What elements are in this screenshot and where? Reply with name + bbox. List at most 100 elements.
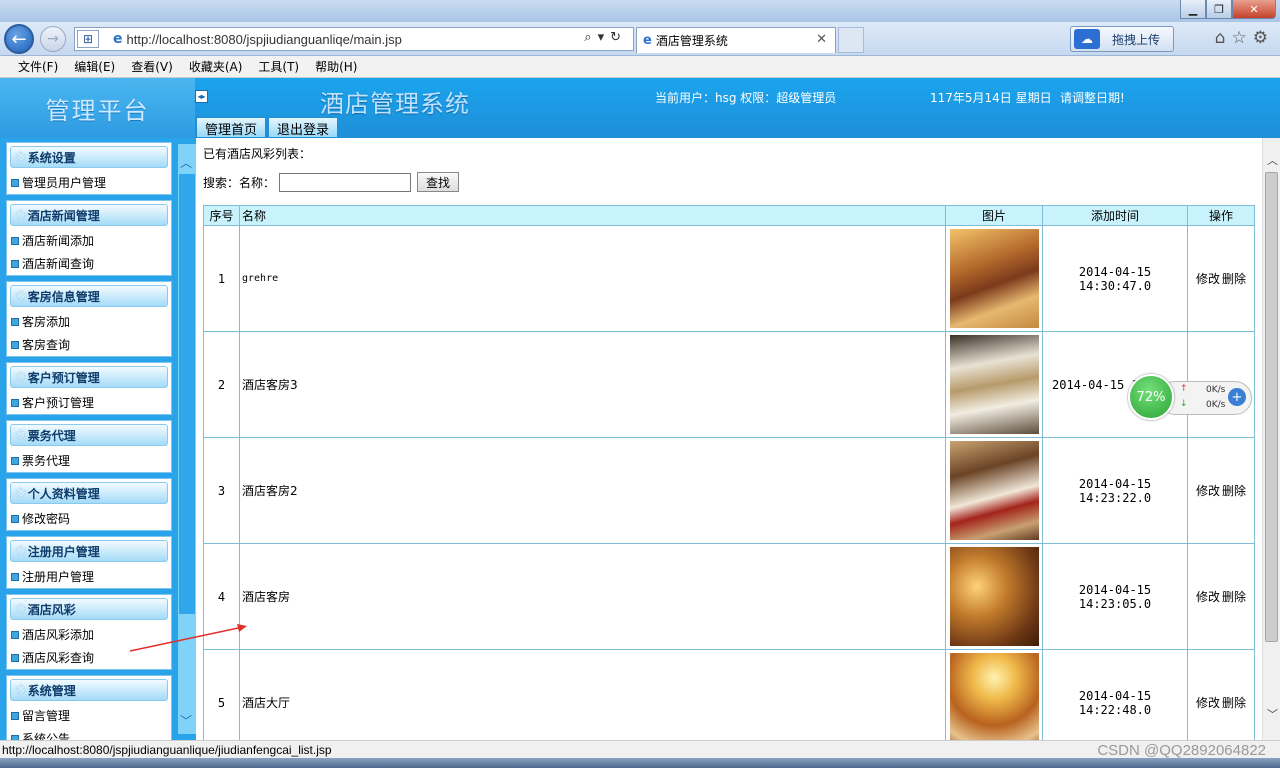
gear-icon[interactable]: ⚙ (1253, 28, 1274, 48)
row-name: 酒店客房3 (239, 331, 946, 438)
menu-group-header[interactable]: ✩ 个人资料管理 (10, 482, 168, 504)
sidebar-item-change-password[interactable]: 修改密码 (7, 507, 171, 530)
star-icon: ✩ (15, 543, 27, 559)
sidebar-item-news-query[interactable]: 酒店新闻查询 (7, 252, 171, 275)
name-label: 名称： (239, 175, 276, 190)
square-bullet-icon (11, 572, 19, 581)
star-icon: ✩ (15, 485, 27, 501)
edit-link[interactable]: 修改 (1196, 696, 1220, 710)
edit-link[interactable]: 修改 (1196, 484, 1220, 498)
room-photo[interactable] (949, 441, 1039, 540)
menu-group-header[interactable]: ✩ 注册用户管理 (10, 540, 168, 562)
menu-view[interactable]: 查看(V) (131, 58, 173, 75)
forward-button[interactable]: → (40, 26, 66, 52)
delete-link[interactable]: 删除 (1222, 484, 1246, 498)
plus-icon[interactable]: + (1228, 388, 1246, 406)
menu-help[interactable]: 帮助(H) (315, 58, 357, 75)
sidebar-item-news-add[interactable]: 酒店新闻添加 (7, 229, 171, 252)
page-scrollbar[interactable]: ︿ ﹀ (1262, 138, 1280, 740)
chevron-down-icon[interactable]: ﹀ (180, 712, 192, 729)
room-photo[interactable] (949, 229, 1039, 328)
room-photo[interactable] (949, 547, 1039, 646)
minimize-button[interactable]: ▁ (1180, 0, 1206, 19)
star-icon: ✩ (15, 288, 27, 304)
col-header-image: 图片 (945, 205, 1043, 226)
menu-group-header[interactable]: ✩ 系统管理 (10, 679, 168, 701)
row-index: 1 (203, 225, 240, 332)
square-bullet-icon (11, 317, 19, 326)
square-bullet-icon (11, 340, 19, 349)
sidebar-item-tickets[interactable]: 票务代理 (7, 449, 171, 472)
tab-label: 酒店管理系统 (655, 34, 728, 48)
network-speed-widget[interactable]: 72% ↑ 0K/s ↓ 0K/s + (1128, 374, 1252, 420)
menu-group-profile: ✩ 个人资料管理 修改密码 (6, 478, 172, 531)
menu-favorites[interactable]: 收藏夹(A) (189, 58, 243, 75)
maximize-button[interactable]: ❐ (1206, 0, 1232, 19)
name-search-input[interactable] (279, 172, 412, 192)
logout-button[interactable]: 退出登录 (268, 117, 339, 138)
row-time: 2014-04-15 14:23:05.0 (1042, 543, 1188, 650)
address-bar[interactable]: ⊞ e http://localhost:8080/jspjiudianguan… (74, 27, 634, 51)
delete-link[interactable]: 删除 (1222, 272, 1246, 286)
star-icon: ✩ (15, 207, 27, 223)
window-controls: ▁ ❐ ✕ (1180, 0, 1276, 19)
star-icon: ✩ (15, 149, 27, 165)
row-name: 酒店客房 (239, 543, 946, 650)
lobby-photo[interactable] (949, 653, 1039, 740)
brand-title: 管理平台 (0, 78, 195, 138)
home-icon[interactable]: ⌂ (1215, 28, 1232, 48)
page-scroll-thumb[interactable] (1265, 172, 1278, 642)
find-button[interactable]: 查找 (417, 172, 460, 192)
menu-group-bookings: ✩ 客户预订管理 客户预订管理 (6, 362, 172, 415)
adjust-date-notice: 请调整日期! (1060, 91, 1125, 105)
favorites-icon[interactable]: ☆ (1232, 28, 1253, 48)
menu-group-header[interactable]: ✩ 票务代理 (10, 424, 168, 446)
memory-percent: 72% (1128, 374, 1174, 420)
row-image-cell (945, 649, 1043, 740)
sidebar-item-announcements[interactable]: 系统公告 (7, 727, 171, 740)
sidebar-scroll-thumb[interactable] (179, 174, 195, 614)
row-index: 5 (203, 649, 240, 740)
menu-tools[interactable]: 工具(T) (258, 58, 299, 75)
star-icon: ✩ (15, 682, 27, 698)
delete-link[interactable]: 删除 (1222, 696, 1246, 710)
menu-edit[interactable]: 编辑(E) (74, 58, 115, 75)
tab-close-icon[interactable]: ✕ (816, 32, 827, 47)
room-photo[interactable] (949, 335, 1039, 434)
menu-file[interactable]: 文件(F) (18, 58, 58, 75)
address-tools-icon[interactable]: ⌕▾↻ (584, 30, 627, 45)
menu-group-header[interactable]: ✩ 酒店风彩 (10, 598, 168, 620)
new-tab-button[interactable] (838, 27, 864, 53)
sidebar-item-messages[interactable]: 留言管理 (7, 704, 171, 727)
row-time: 2014-04-15 14:23:22.0 (1042, 437, 1188, 544)
close-button[interactable]: ✕ (1232, 0, 1276, 19)
star-icon: ✩ (15, 601, 27, 617)
address-url[interactable]: http://localhost:8080/jspjiudianguanliqe… (127, 32, 402, 47)
search-label: 搜索： (203, 175, 240, 190)
menu-group-header[interactable]: ✩ 客房信息管理 (10, 285, 168, 307)
drag-upload-button[interactable]: ☁ 拖拽上传 (1070, 26, 1174, 52)
sidebar-item-registered-users[interactable]: 注册用户管理 (7, 565, 171, 588)
main-content: 已有酒店风彩列表： 搜索： 名称： 查找 序号 名称 图片 添加时间 操作 1 … (196, 138, 1262, 740)
chevron-down-icon[interactable]: ﹀ (1267, 706, 1278, 722)
menu-group-header[interactable]: ✩ 系统设置 (10, 146, 168, 168)
row-index: 3 (203, 437, 240, 544)
edit-link[interactable]: 修改 (1196, 590, 1220, 604)
sidebar-toggle-icon[interactable]: ◂▸ (195, 90, 208, 103)
cloud-icon: ☁ (1074, 29, 1100, 49)
back-button[interactable]: ← (4, 24, 34, 54)
sidebar-item-admin-users[interactable]: 管理员用户管理 (7, 171, 171, 194)
delete-link[interactable]: 删除 (1222, 590, 1246, 604)
chevron-up-icon[interactable]: ︿ (180, 154, 192, 171)
menu-group-header[interactable]: ✩ 酒店新闻管理 (10, 204, 168, 226)
sidebar-item-bookings[interactable]: 客户预订管理 (7, 391, 171, 414)
square-bullet-icon (11, 236, 19, 245)
chevron-up-icon[interactable]: ︿ (1267, 152, 1278, 168)
sidebar-item-room-add[interactable]: 客房添加 (7, 310, 171, 333)
user-info: 当前用户：hsg 权限：超级管理员 (655, 91, 837, 105)
edit-link[interactable]: 修改 (1196, 272, 1220, 286)
tab-active[interactable]: e 酒店管理系统 ✕ (636, 27, 836, 53)
home-button[interactable]: 管理首页 (196, 117, 267, 138)
menu-group-header[interactable]: ✩ 客户预订管理 (10, 366, 168, 388)
sidebar-item-room-query[interactable]: 客房查询 (7, 333, 171, 356)
